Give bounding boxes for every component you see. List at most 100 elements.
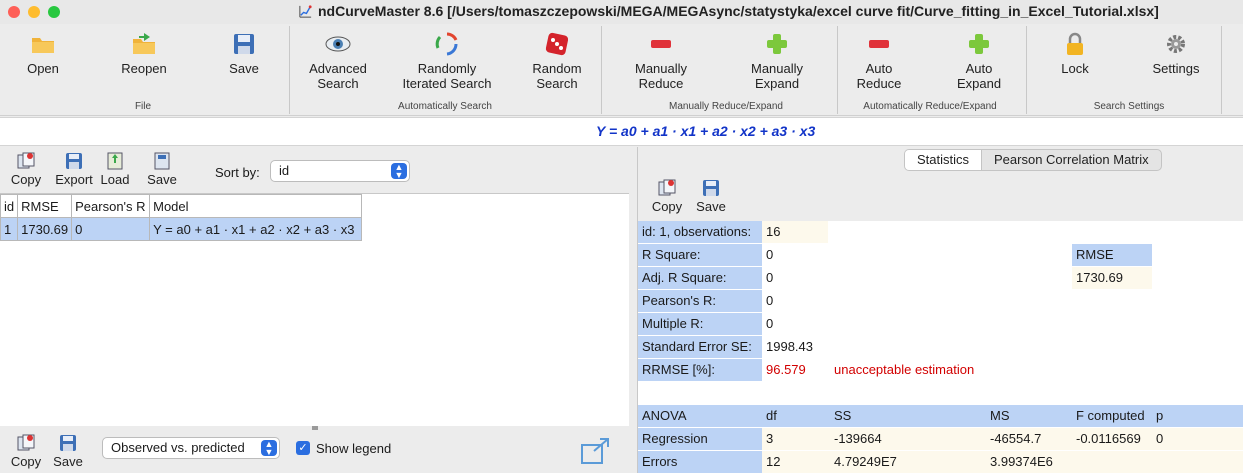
- group-label-auto-search: Automatically Search: [398, 101, 492, 112]
- lock-icon: [1052, 30, 1098, 58]
- save-stats-button[interactable]: Save: [694, 178, 728, 214]
- minimize-window-button[interactable]: [28, 6, 40, 18]
- anova-header-p: p: [1156, 408, 1164, 423]
- app-chart-icon: [299, 4, 312, 18]
- load-document-icon: [96, 151, 134, 171]
- tab-pearson-matrix[interactable]: Pearson Correlation Matrix: [982, 150, 1161, 170]
- table-header-row: id RMSE Pearson's R Model: [0, 194, 363, 218]
- stat-label-rmse: RMSE: [1072, 244, 1152, 266]
- cell-model: Y = a0 + a1 · x1 + a2 · x2 + a3 · x3: [149, 217, 363, 241]
- minus-icon: [850, 30, 908, 58]
- sort-by-label: Sort by:: [215, 165, 260, 180]
- anova-header-anova: ANOVA: [642, 408, 687, 423]
- open-button[interactable]: Open: [20, 30, 66, 76]
- cell-id: 1: [0, 217, 19, 241]
- tab-statistics[interactable]: Statistics: [905, 150, 983, 170]
- copy-plot-button[interactable]: Copy: [8, 433, 44, 469]
- copy-icon: [650, 178, 684, 198]
- anova-errors-ss: 4.79249E7: [834, 454, 897, 469]
- group-label-file: File: [134, 101, 152, 112]
- copy-icon: [8, 433, 44, 453]
- settings-button[interactable]: Settings: [1146, 30, 1206, 76]
- manually-expand-button[interactable]: Manually Expand: [742, 30, 812, 91]
- anova-regression-f: -0.0116569: [1076, 431, 1141, 446]
- statistics-panel: Statistics Pearson Correlation Matrix Co…: [637, 147, 1243, 473]
- stat-value-rmse: 1730.69: [1072, 267, 1152, 289]
- anova-errors-ms: 3.99374E6: [990, 454, 1053, 469]
- stat-value-adj-r-square: 0: [766, 270, 774, 285]
- zoom-window-button[interactable]: [48, 6, 60, 18]
- plus-icon: [742, 30, 812, 58]
- floppy-disk-icon: [50, 433, 86, 453]
- model-equation: Y = a0 + a1 · x1 + a2 · x2 + a3 · x3: [596, 123, 816, 139]
- auto-expand-button[interactable]: Auto Expand: [950, 30, 1008, 91]
- toolbar-separator: [1221, 26, 1222, 114]
- dice-icon: [526, 30, 588, 58]
- anova-regression-ms: -46554.7: [990, 431, 1042, 446]
- toolbar-separator: [601, 26, 602, 114]
- chevron-updown-icon: ▲ ▼: [261, 440, 277, 457]
- group-label-search-settings: Search Settings: [1093, 101, 1165, 112]
- manually-reduce-button[interactable]: Manually Reduce: [626, 30, 696, 91]
- stat-value-standard-error: 1998.43: [766, 339, 813, 354]
- column-header-model[interactable]: Model: [149, 194, 363, 218]
- close-window-button[interactable]: [8, 6, 20, 18]
- table-row[interactable]: 1 1730.69 0 Y = a0 + a1 · x1 + a2 · x2 +…: [0, 217, 363, 241]
- load-models-button[interactable]: Load: [96, 151, 134, 187]
- floppy-disk-icon: [52, 151, 96, 171]
- models-table-area: id RMSE Pearson's R Model 1 1730.69 0 Y …: [0, 193, 629, 426]
- copy-stats-button[interactable]: Copy: [650, 178, 684, 214]
- stat-label-pearson: Pearson's R:: [638, 290, 762, 312]
- save-document-icon: [144, 151, 180, 171]
- stat-label-adj-r-square: Adj. R Square:: [638, 267, 762, 289]
- plus-icon: [950, 30, 1008, 58]
- chevron-updown-icon: ▲ ▼: [391, 163, 407, 180]
- group-label-auto-reduce-expand: Automatically Reduce/Expand: [863, 101, 997, 112]
- plot-type-select[interactable]: Observed vs. predicted ▲ ▼: [102, 437, 280, 459]
- random-search-button[interactable]: Random Search: [526, 30, 588, 91]
- cell-pearson: 0: [71, 217, 151, 241]
- anova-header-f: F computed: [1076, 408, 1145, 423]
- folder-reopen-icon: [114, 30, 174, 58]
- title-bar: ndCurveMaster 8.6 [/Users/tomaszczepowsk…: [0, 0, 1243, 24]
- save-models-button[interactable]: Save: [144, 151, 180, 187]
- models-table: id RMSE Pearson's R Model 1 1730.69 0 Y …: [0, 194, 363, 241]
- gear-icon: [1146, 30, 1206, 58]
- column-header-pearson[interactable]: Pearson's R: [71, 194, 151, 218]
- show-legend-checkbox[interactable]: ✓: [296, 441, 310, 455]
- copy-models-button[interactable]: Copy: [8, 151, 44, 187]
- floppy-disk-icon: [694, 178, 728, 198]
- advanced-search-button[interactable]: Advanced Search: [302, 30, 374, 91]
- expand-window-icon[interactable]: [580, 437, 612, 468]
- randomly-iterated-search-button[interactable]: Randomly Iterated Search: [396, 30, 498, 91]
- statistics-tabs: Statistics Pearson Correlation Matrix: [904, 149, 1162, 171]
- anova-regression-p: 0: [1156, 431, 1164, 446]
- lock-button[interactable]: Lock: [1052, 30, 1098, 76]
- anova-header-df: df: [766, 408, 777, 423]
- equation-bar: Y = a0 + a1 · x1 + a2 · x2 + a3 · x3: [0, 117, 1243, 146]
- sort-by-select[interactable]: id ▲ ▼: [270, 160, 410, 182]
- export-models-button[interactable]: Export: [52, 151, 96, 187]
- anova-row-label-errors: Errors: [638, 451, 762, 473]
- column-header-id[interactable]: id: [0, 194, 19, 218]
- refresh-cycle-icon: [396, 30, 498, 58]
- minus-icon: [626, 30, 696, 58]
- split-handle[interactable]: [312, 426, 318, 430]
- cell-rmse: 1730.69: [17, 217, 73, 241]
- reopen-button[interactable]: Reopen: [114, 30, 174, 76]
- stat-value-observations: 16: [762, 221, 828, 243]
- save-file-button[interactable]: Save: [222, 30, 266, 76]
- stat-label-multiple-r: Multiple R:: [638, 313, 762, 335]
- copy-icon: [8, 151, 44, 171]
- toolbar: Open Reopen Save File Advanced Search Ran…: [0, 24, 1243, 116]
- stat-value-rrmse: 96.579: [766, 362, 806, 377]
- column-header-rmse[interactable]: RMSE: [17, 194, 73, 218]
- save-plot-button[interactable]: Save: [50, 433, 86, 469]
- auto-reduce-button[interactable]: Auto Reduce: [850, 30, 908, 91]
- anova-header-ms: MS: [990, 408, 1010, 423]
- toolbar-separator: [289, 26, 290, 114]
- anova-regression-ss: -139664: [834, 431, 882, 446]
- stat-value-multiple-r: 0: [766, 316, 774, 331]
- floppy-disk-icon: [222, 30, 266, 58]
- stat-value-r-square: 0: [766, 247, 774, 262]
